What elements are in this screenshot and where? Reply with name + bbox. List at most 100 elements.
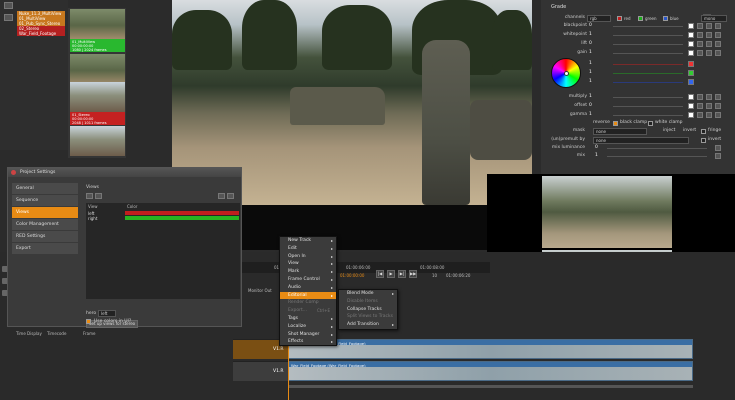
color-swatch-icon[interactable] — [688, 23, 694, 29]
dialog-titlebar[interactable]: Project Settings — [8, 168, 241, 177]
settings-nav-views[interactable]: Views — [12, 207, 78, 218]
step-forward-button[interactable]: ▶| — [398, 270, 406, 278]
animation-icon[interactable] — [715, 112, 721, 118]
menu-item-blend-mode[interactable]: Blend Mode ▸ — [339, 290, 397, 298]
bin-icon[interactable] — [4, 14, 13, 21]
black-clamp-checkbox[interactable] — [613, 121, 618, 126]
grade-row-value[interactable]: 0 — [589, 23, 592, 28]
channel-split-icon[interactable] — [697, 103, 703, 109]
mask-dropdown[interactable]: none — [593, 128, 647, 135]
timeline-scrollbar[interactable] — [288, 385, 693, 388]
channel-split-icon[interactable] — [697, 94, 703, 100]
grade-row-value[interactable]: 0 — [589, 103, 592, 108]
grade-row-slider[interactable] — [613, 26, 683, 27]
settings-nav-sequence[interactable]: Sequence — [12, 195, 78, 206]
menu-item-split-views[interactable]: Split Views to Tracks — [339, 313, 397, 321]
go-to-start-button[interactable]: |◀ — [376, 270, 384, 278]
grade-row-slider[interactable] — [613, 73, 683, 74]
color-swatch-icon[interactable] — [688, 112, 694, 118]
channel-split-icon[interactable] — [697, 50, 703, 56]
blue-checkbox[interactable] — [663, 16, 668, 21]
animation-icon[interactable] — [715, 50, 721, 56]
animation-icon[interactable] — [706, 32, 712, 38]
view-color-swatch[interactable] — [125, 216, 239, 220]
current-timecode[interactable]: 01:00:00:00 — [340, 273, 364, 278]
channels-dropdown[interactable]: rgb — [587, 15, 611, 22]
green-checkbox[interactable] — [638, 16, 643, 21]
red-checkbox[interactable] — [617, 16, 622, 21]
animation-icon[interactable] — [706, 112, 712, 118]
menu-item-export[interactable]: Export... Ctrl+E — [280, 307, 336, 315]
animation-icon[interactable] — [715, 32, 721, 38]
grade-row-slider[interactable] — [613, 64, 683, 65]
grade-row-slider[interactable] — [613, 82, 683, 83]
bin-item[interactable]: War_Field_Footage — [17, 31, 65, 36]
grade-row-slider[interactable] — [613, 35, 683, 36]
color-swatch-icon[interactable] — [688, 32, 694, 38]
animation-icon[interactable] — [706, 41, 712, 47]
animation-icon[interactable] — [715, 23, 721, 29]
use-colors-checkbox[interactable] — [86, 319, 91, 324]
fringe-checkbox[interactable] — [701, 129, 706, 134]
track-header[interactable]: V1.R — [233, 361, 288, 381]
color-swatch-icon[interactable] — [688, 103, 694, 109]
color-swatch-icon[interactable] — [688, 61, 694, 67]
mix-slider[interactable] — [607, 156, 707, 157]
menu-item-localize[interactable]: Localize ▸ — [280, 323, 336, 331]
settings-nav-color-management[interactable]: Color Management — [12, 219, 78, 230]
play-button[interactable]: ▶ — [387, 270, 395, 278]
menu-item-render-comp[interactable]: Render Comp — [280, 299, 336, 307]
animation-icon[interactable] — [715, 145, 721, 151]
menu-item-mark[interactable]: Mark ▸ — [280, 268, 336, 276]
frame-mode-label[interactable]: Frame — [83, 331, 95, 336]
grade-row-slider[interactable] — [613, 106, 683, 107]
menu-item-open-in[interactable]: Open In ▸ — [280, 253, 336, 261]
grade-row-value[interactable]: 1 — [589, 112, 592, 117]
grade-row-value[interactable]: 0 — [589, 41, 592, 46]
hero-dropdown[interactable]: left — [98, 310, 116, 317]
clip-thumbnail[interactable] — [70, 126, 125, 156]
animation-icon[interactable] — [715, 94, 721, 100]
add-view-icon[interactable] — [86, 193, 93, 199]
settings-nav-general[interactable]: General — [12, 183, 78, 194]
channel-split-icon[interactable] — [697, 23, 703, 29]
grade-row-slider[interactable] — [613, 53, 683, 54]
menu-item-shot-manager[interactable]: Shot Manager ▸ — [280, 331, 336, 339]
grade-row-value[interactable]: 1 — [589, 50, 592, 55]
settings-nav-red-settings[interactable]: RED Settings — [12, 231, 78, 242]
menu-item-collapse-tracks[interactable]: Collapse Tracks — [339, 306, 397, 314]
bin-toggle-button[interactable] — [4, 2, 13, 9]
grade-row-value[interactable]: 1 — [589, 94, 592, 99]
clip-thumbnail[interactable]: 01_MultiView 00:00:00:00 1080 | 2024 fra… — [70, 9, 125, 52]
animation-icon[interactable] — [706, 103, 712, 109]
channel-split-icon[interactable] — [697, 112, 703, 118]
clip-thumbnail[interactable]: 01_Stereo 00:00:00:00 2048 | 1011 frames — [70, 82, 125, 125]
grade-row-slider[interactable] — [613, 115, 683, 116]
grade-row-slider[interactable] — [613, 44, 683, 45]
timeline-clip[interactable]: War_Field_Footage (War_Field_Footage) — [288, 339, 693, 359]
animation-icon[interactable] — [706, 23, 712, 29]
menu-item-disable-items[interactable]: Disable Items — [339, 298, 397, 306]
color-wheel-handle[interactable] — [564, 71, 569, 76]
animation-icon[interactable] — [715, 41, 721, 47]
animation-icon[interactable] — [715, 103, 721, 109]
menu-item-view[interactable]: View ▸ — [280, 260, 336, 268]
menu-item-add-transition[interactable]: Add Transition ▸ — [339, 321, 397, 329]
grade-row-value[interactable]: 1 — [589, 79, 592, 84]
timeline-clip[interactable]: War_Field_Footage (War_Field_Footage) — [288, 361, 693, 381]
grade-row-value[interactable]: 1 — [589, 32, 592, 37]
settings-nav-export[interactable]: Export — [12, 243, 78, 254]
color-swatch-icon[interactable] — [688, 79, 694, 85]
animation-icon[interactable] — [706, 94, 712, 100]
invert-checkbox[interactable] — [701, 138, 706, 143]
menu-item-audio[interactable]: Audio ▸ — [280, 284, 336, 292]
menu-item-effects[interactable]: Effects ▸ — [280, 338, 336, 346]
white-clamp-checkbox[interactable] — [648, 121, 653, 126]
grade-row-value[interactable]: 1 — [589, 70, 592, 75]
timecode-mode[interactable]: Timecode — [47, 331, 66, 336]
channel-split-icon[interactable] — [697, 32, 703, 38]
go-to-end-button[interactable]: ▶▶ — [409, 270, 417, 278]
grade-row-slider[interactable] — [613, 97, 683, 98]
mode-dropdown[interactable]: mono — [701, 15, 727, 22]
mix-value[interactable]: 1 — [595, 153, 598, 158]
